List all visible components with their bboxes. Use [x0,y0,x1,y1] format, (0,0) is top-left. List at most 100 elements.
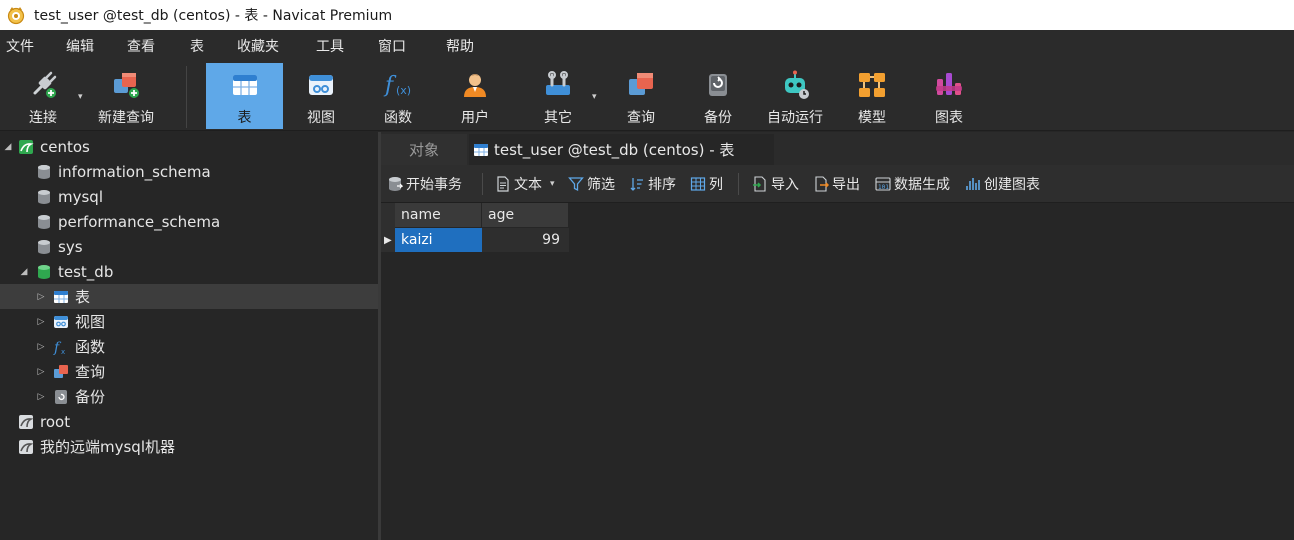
new-query-button[interactable]: 新建查询 [92,63,160,129]
cell-value: kaizi [401,232,433,248]
begin-transaction-label: 开始事务 [406,177,462,193]
data-generation-label: 数据生成 [894,177,950,193]
connect-dropdown-caret-icon[interactable]: ▾ [78,92,83,102]
model-icon [859,73,885,97]
nav-item-views[interactable]: ▷ 视图 [0,309,378,334]
grid-cell-name[interactable]: kaizi [395,228,482,252]
query-label: 查询 [627,110,655,126]
table-button[interactable]: 表 [206,63,283,129]
nav-label: 表 [75,288,91,306]
tab-objects[interactable]: 对象 [381,134,467,165]
nav-label: root [40,412,71,431]
mysql-connection-icon [19,414,34,429]
function-label: 函数 [384,110,412,126]
expand-arrow-icon[interactable]: ▷ [35,367,47,377]
nav-connection-centos[interactable]: ◢ centos [0,134,378,159]
collapse-arrow-icon[interactable]: ◢ [2,142,14,152]
column-header-name[interactable]: name [395,203,482,228]
user-icon [464,74,486,97]
backup-button[interactable]: 备份 [684,63,752,129]
import-label: 导入 [771,177,799,193]
nav-label: sys [58,237,83,256]
svg-text:f: f [383,73,397,98]
database-open-icon [38,264,50,279]
nav-label: centos [40,137,90,156]
svg-text:(x): (x) [396,84,411,97]
create-chart-button[interactable]: 创建图表 [965,173,1040,195]
toolbar-separator [186,66,187,128]
nav-item-queries[interactable]: ▷ 查询 [0,359,378,384]
nav-db-sys[interactable]: sys [0,234,378,259]
nav-connection-remote[interactable]: 我的远端mysql机器 [0,434,378,459]
function-icon: f x [53,340,65,355]
table-label: 表 [237,110,252,126]
navigation-pane: ◢ centos information_schema mysql perfor… [0,132,378,540]
text-button[interactable]: 文本 ▾ [495,173,555,195]
document-icon [497,176,509,192]
object-toolbar: 开始事务 文本 ▾ 筛选 排序 列 导入 导出 101 数据生成 创建图表 [381,165,1294,203]
model-button[interactable]: 模型 [838,63,906,129]
menu-tools[interactable]: 工具 [316,36,344,56]
export-icon [815,176,829,192]
mysql-connection-icon [19,439,34,454]
query-button[interactable]: 查询 [607,63,675,129]
columns-button[interactable]: 列 [690,173,723,195]
menu-help[interactable]: 帮助 [446,36,474,56]
other-dropdown-caret-icon[interactable]: ▾ [592,92,597,102]
connect-button[interactable]: 连接 [10,63,76,129]
database-icon [38,189,50,204]
export-button[interactable]: 导出 [813,173,860,195]
nav-db-performance-schema[interactable]: performance_schema [0,209,378,234]
tab-table-data[interactable]: test_user @test_db (centos) - 表 [469,134,774,165]
nav-item-backups[interactable]: ▷ 备份 [0,384,378,409]
import-button[interactable]: 导入 [752,173,799,195]
database-icon [38,214,50,229]
text-label: 文本 [514,177,542,193]
svg-text:x: x [61,348,65,355]
expand-arrow-icon[interactable]: ▷ [35,292,47,302]
nav-item-functions[interactable]: ▷ f x 函数 [0,334,378,359]
chart-button[interactable]: 图表 [915,63,983,129]
nav-db-test-db[interactable]: ◢ test_db [0,259,378,284]
automation-button[interactable]: 自动运行 [761,63,829,129]
nav-connection-root[interactable]: root [0,409,378,434]
database-icon [38,239,50,254]
column-header-age[interactable]: age [482,203,569,228]
tab-label: test_user @test_db (centos) - 表 [494,141,735,159]
import-icon [753,176,766,192]
other-button[interactable]: 其它 [524,63,592,129]
nav-item-tables[interactable]: ▷ 表 [0,284,378,309]
grid-cell-age[interactable]: 99 [482,228,569,252]
filter-button[interactable]: 筛选 [568,173,615,195]
data-generation-button[interactable]: 101 数据生成 [875,173,950,195]
nav-db-information-schema[interactable]: information_schema [0,159,378,184]
expand-arrow-icon[interactable]: ▷ [35,392,47,402]
table-content-area: name age ▶ kaizi 99 [381,203,1294,540]
menu-file[interactable]: 文件 [6,36,34,56]
mysql-connection-icon [19,139,34,154]
text-dropdown-caret-icon[interactable]: ▾ [550,179,555,189]
nav-db-mysql[interactable]: mysql [0,184,378,209]
user-button[interactable]: 用户 [441,63,509,129]
sort-button[interactable]: 排序 [629,173,676,195]
nav-label: 函数 [75,338,106,356]
menu-edit[interactable]: 编辑 [66,36,94,56]
menu-view[interactable]: 查看 [127,36,155,56]
menu-favorites[interactable]: 收藏夹 [237,36,279,56]
function-button[interactable]: f (x) 函数 [364,63,432,129]
data-generation-icon: 101 [875,177,891,191]
user-label: 用户 [461,110,489,126]
expand-arrow-icon[interactable]: ▷ [35,342,47,352]
menu-window[interactable]: 窗口 [378,36,406,56]
menu-table[interactable]: 表 [190,36,204,56]
view-button[interactable]: 视图 [287,63,355,129]
plug-icon [33,71,57,98]
table-icon [232,75,257,95]
chart-bars-icon [966,178,980,190]
other-label: 其它 [544,110,572,126]
filter-icon [568,177,584,192]
collapse-arrow-icon[interactable]: ◢ [18,267,30,277]
export-label: 导出 [832,177,860,193]
begin-transaction-button[interactable]: 开始事务 [387,173,462,195]
expand-arrow-icon[interactable]: ▷ [35,317,47,327]
